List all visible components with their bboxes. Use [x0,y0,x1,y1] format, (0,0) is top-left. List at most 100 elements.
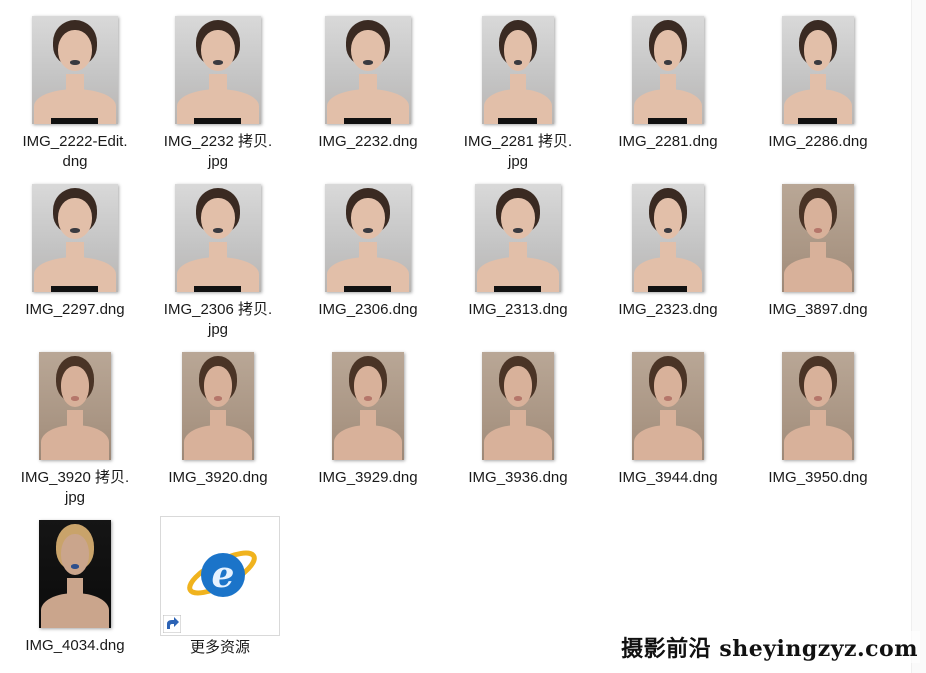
photo-thumbnail [32,184,118,292]
thumbnail-frame [0,176,150,292]
photo-thumbnail [332,352,404,460]
thumbnail-frame [293,176,443,292]
file-name-line: IMG_3944.dng [618,469,718,486]
file-name-line: IMG_2232 拷贝. [163,133,273,150]
file-item[interactable]: IMG_2232 拷贝. jpg [143,8,293,172]
thumbnail-frame [143,344,293,460]
thumbnail-frame [0,8,150,124]
photo-thumbnail [482,16,554,124]
file-item[interactable]: IMG_2306 拷贝. jpg [143,176,293,340]
thumbnail-frame [293,344,443,460]
photo-thumbnail [475,184,561,292]
thumbnail-frame [743,344,893,460]
file-name-label: IMG_2297.dng [0,300,150,320]
photo-thumbnail [782,352,854,460]
thumbnail-frame [593,8,743,124]
thumbnail-frame [743,176,893,292]
file-name-label: IMG_3920 拷贝. jpg [0,468,150,508]
file-name-line: IMG_3929.dng [318,469,418,486]
file-name-label: IMG_2281.dng [593,132,743,152]
thumbnail-frame [443,344,593,460]
file-name-label: IMG_2232.dng [293,132,443,152]
file-item[interactable]: IMG_3920 拷贝. jpg [0,344,150,508]
file-name-line: IMG_2222-Edit. [22,133,128,150]
file-name-label: IMG_2286.dng [743,132,893,152]
file-item[interactable]: IMG_2281.dng [593,8,743,152]
file-name-label: IMG_3929.dng [293,468,443,488]
file-name-label: IMG_4034.dng [0,636,150,656]
file-name-label: IMG_2232 拷贝. jpg [143,132,293,172]
shortcut-tile: e [160,516,280,636]
file-item[interactable]: IMG_2232.dng [293,8,443,152]
file-name-line: IMG_2323.dng [618,301,718,318]
thumbnail-frame [593,344,743,460]
photo-thumbnail [182,352,254,460]
file-name-line: IMG_2281.dng [618,133,718,150]
file-name-label: IMG_3897.dng [743,300,893,320]
photo-thumbnail [175,16,261,124]
file-name-label: IMG_3936.dng [443,468,593,488]
file-name-line: jpg [64,489,86,506]
photo-thumbnail [632,184,704,292]
file-item[interactable]: IMG_2222-Edit.dng [0,8,150,172]
thumbnail-frame [293,8,443,124]
file-item[interactable]: IMG_3929.dng [293,344,443,488]
file-name-label: IMG_2222-Edit.dng [0,132,150,172]
file-item[interactable]: IMG_3950.dng [743,344,893,488]
file-name-label: IMG_2281 拷贝. jpg [443,132,593,172]
file-name-line: IMG_2297.dng [25,301,125,318]
file-name-line: IMG_2286.dng [768,133,868,150]
shortcut-arrow-icon [163,615,181,633]
file-item[interactable]: IMG_3897.dng [743,176,893,320]
photo-thumbnail [175,184,261,292]
file-name-line: IMG_2313.dng [468,301,568,318]
file-item[interactable]: IMG_2281 拷贝. jpg [443,8,593,172]
file-item[interactable]: IMG_4034.dng [0,512,150,656]
file-item[interactable]: IMG_2297.dng [0,176,150,320]
thumbnail-frame [0,512,150,628]
photo-thumbnail [482,352,554,460]
photo-thumbnail [632,352,704,460]
file-name-label: IMG_2313.dng [443,300,593,320]
watermark: 摄影前沿 sheyingzyz.com [619,631,920,663]
photo-thumbnail [32,16,118,124]
file-name-label: IMG_2306.dng [293,300,443,320]
file-name-label: IMG_3944.dng [593,468,743,488]
file-name-line: jpg [207,321,229,338]
file-name-label: IMG_2323.dng [593,300,743,320]
file-item[interactable]: IMG_3920.dng [143,344,293,488]
photo-thumbnail [39,520,111,628]
file-item[interactable]: IMG_2286.dng [743,8,893,152]
photo-thumbnail [782,184,854,292]
photo-thumbnail [782,16,854,124]
file-name-line: jpg [507,153,529,170]
shortcut-item[interactable]: e 更多资源 [145,516,295,658]
photo-thumbnail [632,16,704,124]
file-name-line: IMG_2232.dng [318,133,418,150]
file-name-line: IMG_3920 拷贝. [20,469,130,486]
shortcut-label: 更多资源 [189,639,250,656]
svg-text:e: e [212,554,235,596]
file-name-line: IMG_4034.dng [25,637,125,654]
file-name-line: IMG_3936.dng [468,469,568,486]
thumbnail-frame [743,8,893,124]
file-item[interactable]: IMG_3936.dng [443,344,593,488]
photo-thumbnail [325,184,411,292]
photo-thumbnail [325,16,411,124]
file-name-line: dng [62,153,88,170]
file-item[interactable]: IMG_2313.dng [443,176,593,320]
thumbnail-frame [593,176,743,292]
file-item[interactable]: IMG_2306.dng [293,176,443,320]
file-name-line: IMG_3920.dng [168,469,268,486]
vertical-scrollbar[interactable] [911,0,926,673]
thumbnail-frame [143,8,293,124]
file-name-line: IMG_2281 拷贝. [463,133,573,150]
file-item[interactable]: IMG_2323.dng [593,176,743,320]
file-item[interactable]: IMG_3944.dng [593,344,743,488]
thumbnail-frame [143,176,293,292]
file-name-line: IMG_3950.dng [768,469,868,486]
thumbnail-frame [0,344,150,460]
file-name-label: IMG_2306 拷贝. jpg [143,300,293,340]
photo-thumbnail [39,352,111,460]
file-name-label: IMG_3950.dng [743,468,893,488]
